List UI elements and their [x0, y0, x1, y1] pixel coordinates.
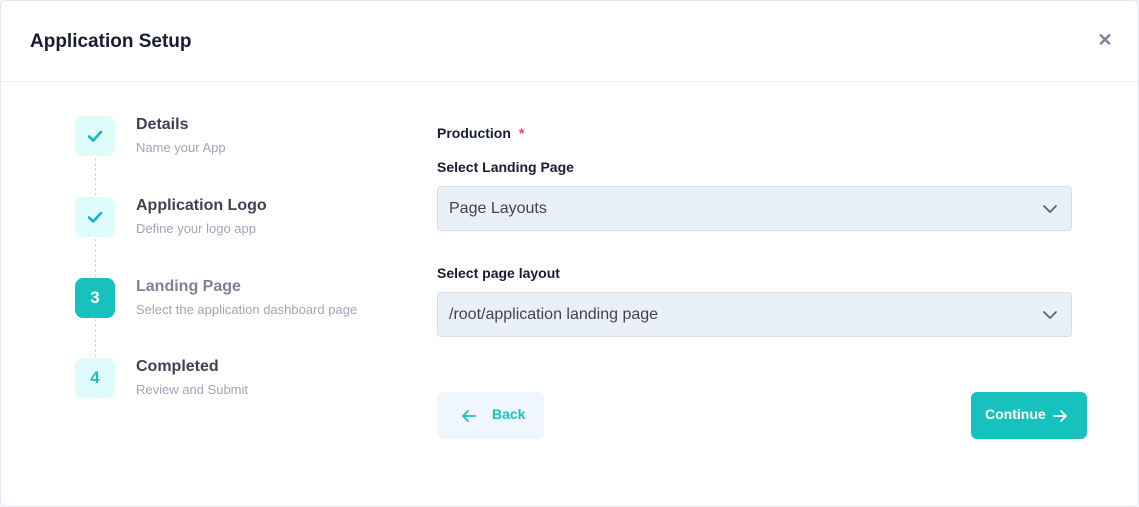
step-description: Review and Submit [136, 382, 248, 397]
page-layout-label: Select page layout [437, 265, 560, 281]
check-icon [75, 116, 115, 156]
step-description: Name your App [136, 140, 226, 155]
step-number: 4 [75, 358, 115, 398]
close-icon: ✕ [1097, 29, 1113, 50]
close-button[interactable]: ✕ [1094, 29, 1116, 51]
arrow-right-icon [1053, 410, 1067, 422]
check-icon [75, 197, 115, 237]
landing-page-label: Select Landing Page [437, 159, 574, 175]
step-title: Details [136, 116, 189, 133]
arrow-left-icon [462, 410, 476, 422]
modal-title: Application Setup [30, 31, 192, 52]
step-landing-page[interactable]: 3 Landing Page Select the application da… [75, 278, 395, 322]
chevron-down-icon [1043, 205, 1057, 213]
step-connector [95, 158, 96, 196]
section-label-text: Production [437, 125, 511, 141]
section-label: Production * [437, 125, 524, 141]
required-mark: * [518, 125, 525, 141]
step-description: Select the application dashboard page [136, 302, 358, 317]
step-connector [95, 319, 96, 357]
step-number: 3 [75, 278, 115, 318]
step-description: Define your logo app [136, 221, 256, 236]
step-application-logo[interactable]: Application Logo Define your logo app [75, 197, 395, 241]
landing-page-select[interactable]: Page Layouts [437, 186, 1072, 231]
back-button-label: Back [492, 406, 526, 422]
step-title: Completed [136, 358, 219, 375]
chevron-down-icon [1043, 311, 1057, 319]
step-completed[interactable]: 4 Completed Review and Submit [75, 358, 395, 402]
modal-header: Application Setup ✕ [1, 1, 1138, 82]
back-button[interactable]: Back [437, 392, 544, 439]
step-title: Landing Page [136, 278, 241, 295]
continue-button[interactable]: Continue [971, 392, 1087, 439]
step-connector [95, 239, 96, 277]
landing-page-select-value: Page Layouts [449, 200, 547, 217]
page-layout-select-value: /root/application landing page [449, 306, 659, 323]
step-title: Application Logo [136, 197, 267, 214]
page-layout-select[interactable]: /root/application landing page [437, 292, 1072, 337]
step-details[interactable]: Details Name your App [75, 116, 395, 160]
continue-button-label: Continue [985, 406, 1046, 422]
application-setup-modal: Application Setup ✕ Details Name your Ap… [0, 0, 1139, 507]
